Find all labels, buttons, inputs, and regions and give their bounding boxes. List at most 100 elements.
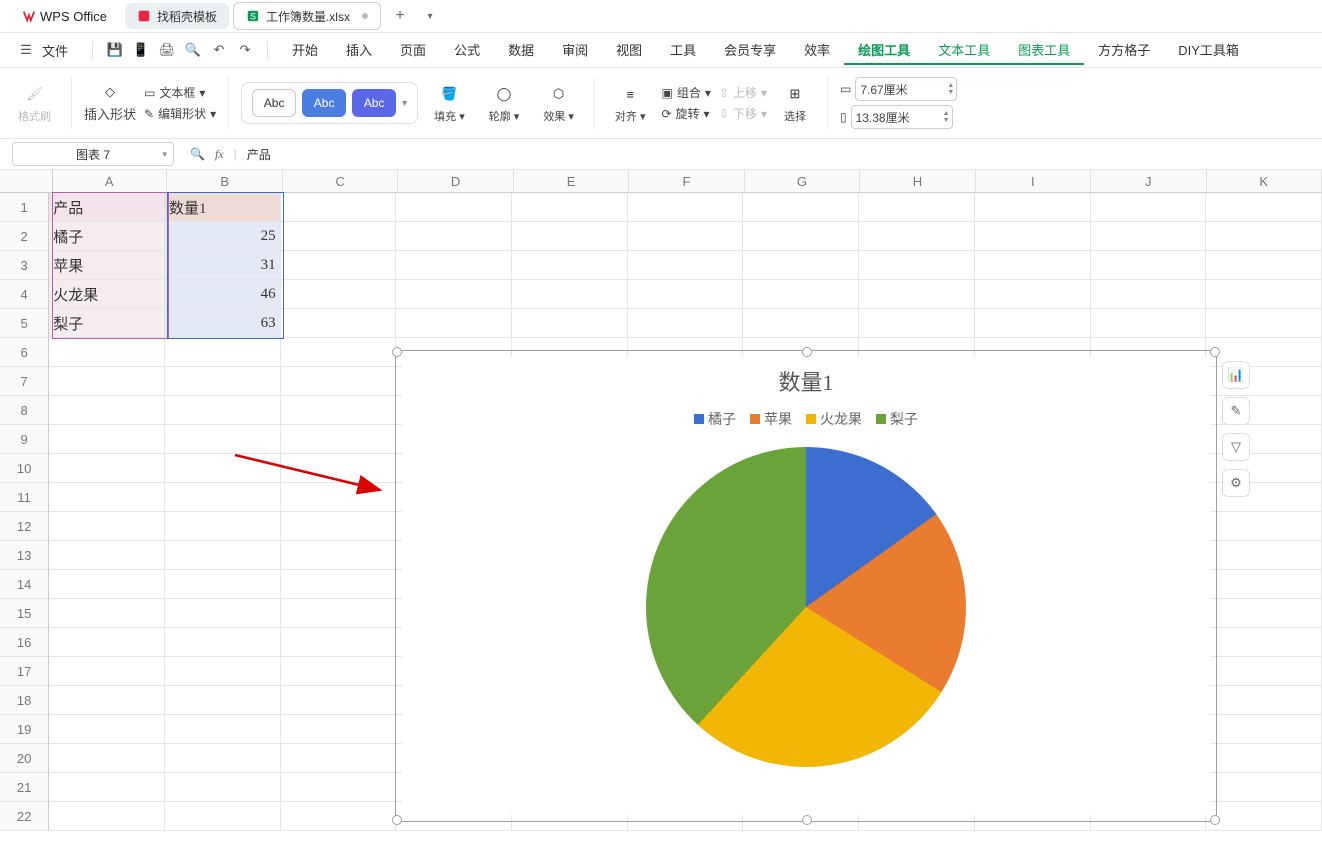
cell-B20[interactable] [165, 744, 281, 773]
cell-J2[interactable] [1091, 222, 1207, 251]
cell-A1[interactable]: 产品 [49, 193, 165, 222]
col-header-B[interactable]: B [167, 170, 282, 193]
tab-workbook[interactable]: S 工作簿数量.xlsx [233, 2, 381, 30]
cell-B2[interactable]: 25 [165, 222, 281, 251]
tab-menu-button[interactable]: ▾ [419, 5, 441, 27]
cell-C6[interactable] [281, 338, 397, 367]
row-header-12[interactable]: 12 [0, 512, 49, 541]
cell-A13[interactable] [49, 541, 165, 570]
cell-H2[interactable] [859, 222, 975, 251]
cell-C5[interactable] [281, 309, 397, 338]
cell-K19[interactable] [1206, 715, 1322, 744]
redo-icon[interactable]: ↷ [233, 38, 257, 62]
cell-G2[interactable] [743, 222, 859, 251]
width-input[interactable]: 7.67厘米▲▼ [855, 77, 957, 101]
insert-shape[interactable]: ◇ [84, 84, 136, 100]
cell-B4[interactable]: 46 [165, 280, 281, 309]
cell-J3[interactable] [1091, 251, 1207, 280]
cell-A17[interactable] [49, 657, 165, 686]
menu-数据[interactable]: 数据 [494, 36, 548, 65]
cell-C9[interactable] [281, 425, 397, 454]
row-header-7[interactable]: 7 [0, 367, 49, 396]
row-header-19[interactable]: 19 [0, 715, 49, 744]
cell-B14[interactable] [165, 570, 281, 599]
cell-B10[interactable] [165, 454, 281, 483]
cell-A19[interactable] [49, 715, 165, 744]
cell-H3[interactable] [859, 251, 975, 280]
outline-button[interactable]: ◯轮廓 ▾ [481, 82, 528, 124]
cell-B3[interactable]: 31 [165, 251, 281, 280]
rotate-button[interactable]: ⟳旋转 ▾ [661, 105, 710, 122]
resize-handle[interactable] [392, 347, 402, 357]
row-header-16[interactable]: 16 [0, 628, 49, 657]
menu-文本工具[interactable]: 文本工具 [924, 36, 1004, 65]
zoom-icon[interactable]: 🔍 [190, 147, 205, 161]
row-header-6[interactable]: 6 [0, 338, 49, 367]
cell-H4[interactable] [859, 280, 975, 309]
cell-I5[interactable] [975, 309, 1091, 338]
row-header-4[interactable]: 4 [0, 280, 49, 309]
row-header-1[interactable]: 1 [0, 193, 49, 222]
cell-C4[interactable] [281, 280, 397, 309]
menu-DIY工具箱[interactable]: DIY工具箱 [1164, 36, 1253, 65]
cell-G5[interactable] [743, 309, 859, 338]
cell-A5[interactable]: 梨子 [49, 309, 165, 338]
cell-A7[interactable] [49, 367, 165, 396]
menu-绘图工具[interactable]: 绘图工具 [844, 36, 924, 65]
cell-C10[interactable] [281, 454, 397, 483]
cell-J1[interactable] [1091, 193, 1207, 222]
cell-C18[interactable] [281, 686, 397, 715]
menu-公式[interactable]: 公式 [440, 36, 494, 65]
cell-F2[interactable] [628, 222, 744, 251]
chart-object[interactable]: 数量1 橘子苹果火龙果梨子 📊 ✎ ▽ ⚙ [395, 350, 1217, 822]
chart-filter-button[interactable]: ▽ [1222, 433, 1250, 461]
style-more-icon[interactable]: ▾ [402, 98, 407, 109]
cell-B19[interactable] [165, 715, 281, 744]
cell-I4[interactable] [975, 280, 1091, 309]
cell-B13[interactable] [165, 541, 281, 570]
cell-A4[interactable]: 火龙果 [49, 280, 165, 309]
cell-C11[interactable] [281, 483, 397, 512]
tab-template[interactable]: 找稻壳模板 [125, 3, 229, 29]
col-header-I[interactable]: I [976, 170, 1091, 193]
cell-H1[interactable] [859, 193, 975, 222]
col-header-F[interactable]: F [629, 170, 744, 193]
cell-B17[interactable] [165, 657, 281, 686]
cell-K3[interactable] [1206, 251, 1322, 280]
row-header-10[interactable]: 10 [0, 454, 49, 483]
edit-shape-button[interactable]: ✎编辑形状 ▾ [144, 105, 216, 122]
cell-A11[interactable] [49, 483, 165, 512]
row-header-3[interactable]: 3 [0, 251, 49, 280]
cell-D4[interactable] [396, 280, 512, 309]
cell-A3[interactable]: 苹果 [49, 251, 165, 280]
effect-button[interactable]: ⬡效果 ▾ [535, 82, 582, 124]
cell-A21[interactable] [49, 773, 165, 802]
chart-style-button[interactable]: ✎ [1222, 397, 1250, 425]
cell-A2[interactable]: 橘子 [49, 222, 165, 251]
cell-C7[interactable] [281, 367, 397, 396]
col-header-C[interactable]: C [283, 170, 398, 193]
cell-C12[interactable] [281, 512, 397, 541]
cell-K20[interactable] [1206, 744, 1322, 773]
menu-会员专享[interactable]: 会员专享 [710, 36, 790, 65]
legend-item[interactable]: 梨子 [876, 409, 918, 429]
col-header-J[interactable]: J [1091, 170, 1206, 193]
cell-C20[interactable] [281, 744, 397, 773]
cell-B21[interactable] [165, 773, 281, 802]
resize-handle[interactable] [802, 815, 812, 825]
row-header-20[interactable]: 20 [0, 744, 49, 773]
row-header-15[interactable]: 15 [0, 599, 49, 628]
select-button[interactable]: ⊞选择 [775, 82, 815, 124]
cell-E3[interactable] [512, 251, 628, 280]
cell-K5[interactable] [1206, 309, 1322, 338]
cell-B6[interactable] [165, 338, 281, 367]
legend-item[interactable]: 橘子 [694, 409, 736, 429]
menu-审阅[interactable]: 审阅 [548, 36, 602, 65]
cell-C21[interactable] [281, 773, 397, 802]
name-box[interactable]: 图表 7▾ [12, 142, 174, 166]
style-preset-3[interactable]: Abc [352, 89, 396, 117]
cell-B22[interactable] [165, 802, 281, 831]
menu-工具[interactable]: 工具 [656, 36, 710, 65]
cell-D5[interactable] [396, 309, 512, 338]
cell-I3[interactable] [975, 251, 1091, 280]
